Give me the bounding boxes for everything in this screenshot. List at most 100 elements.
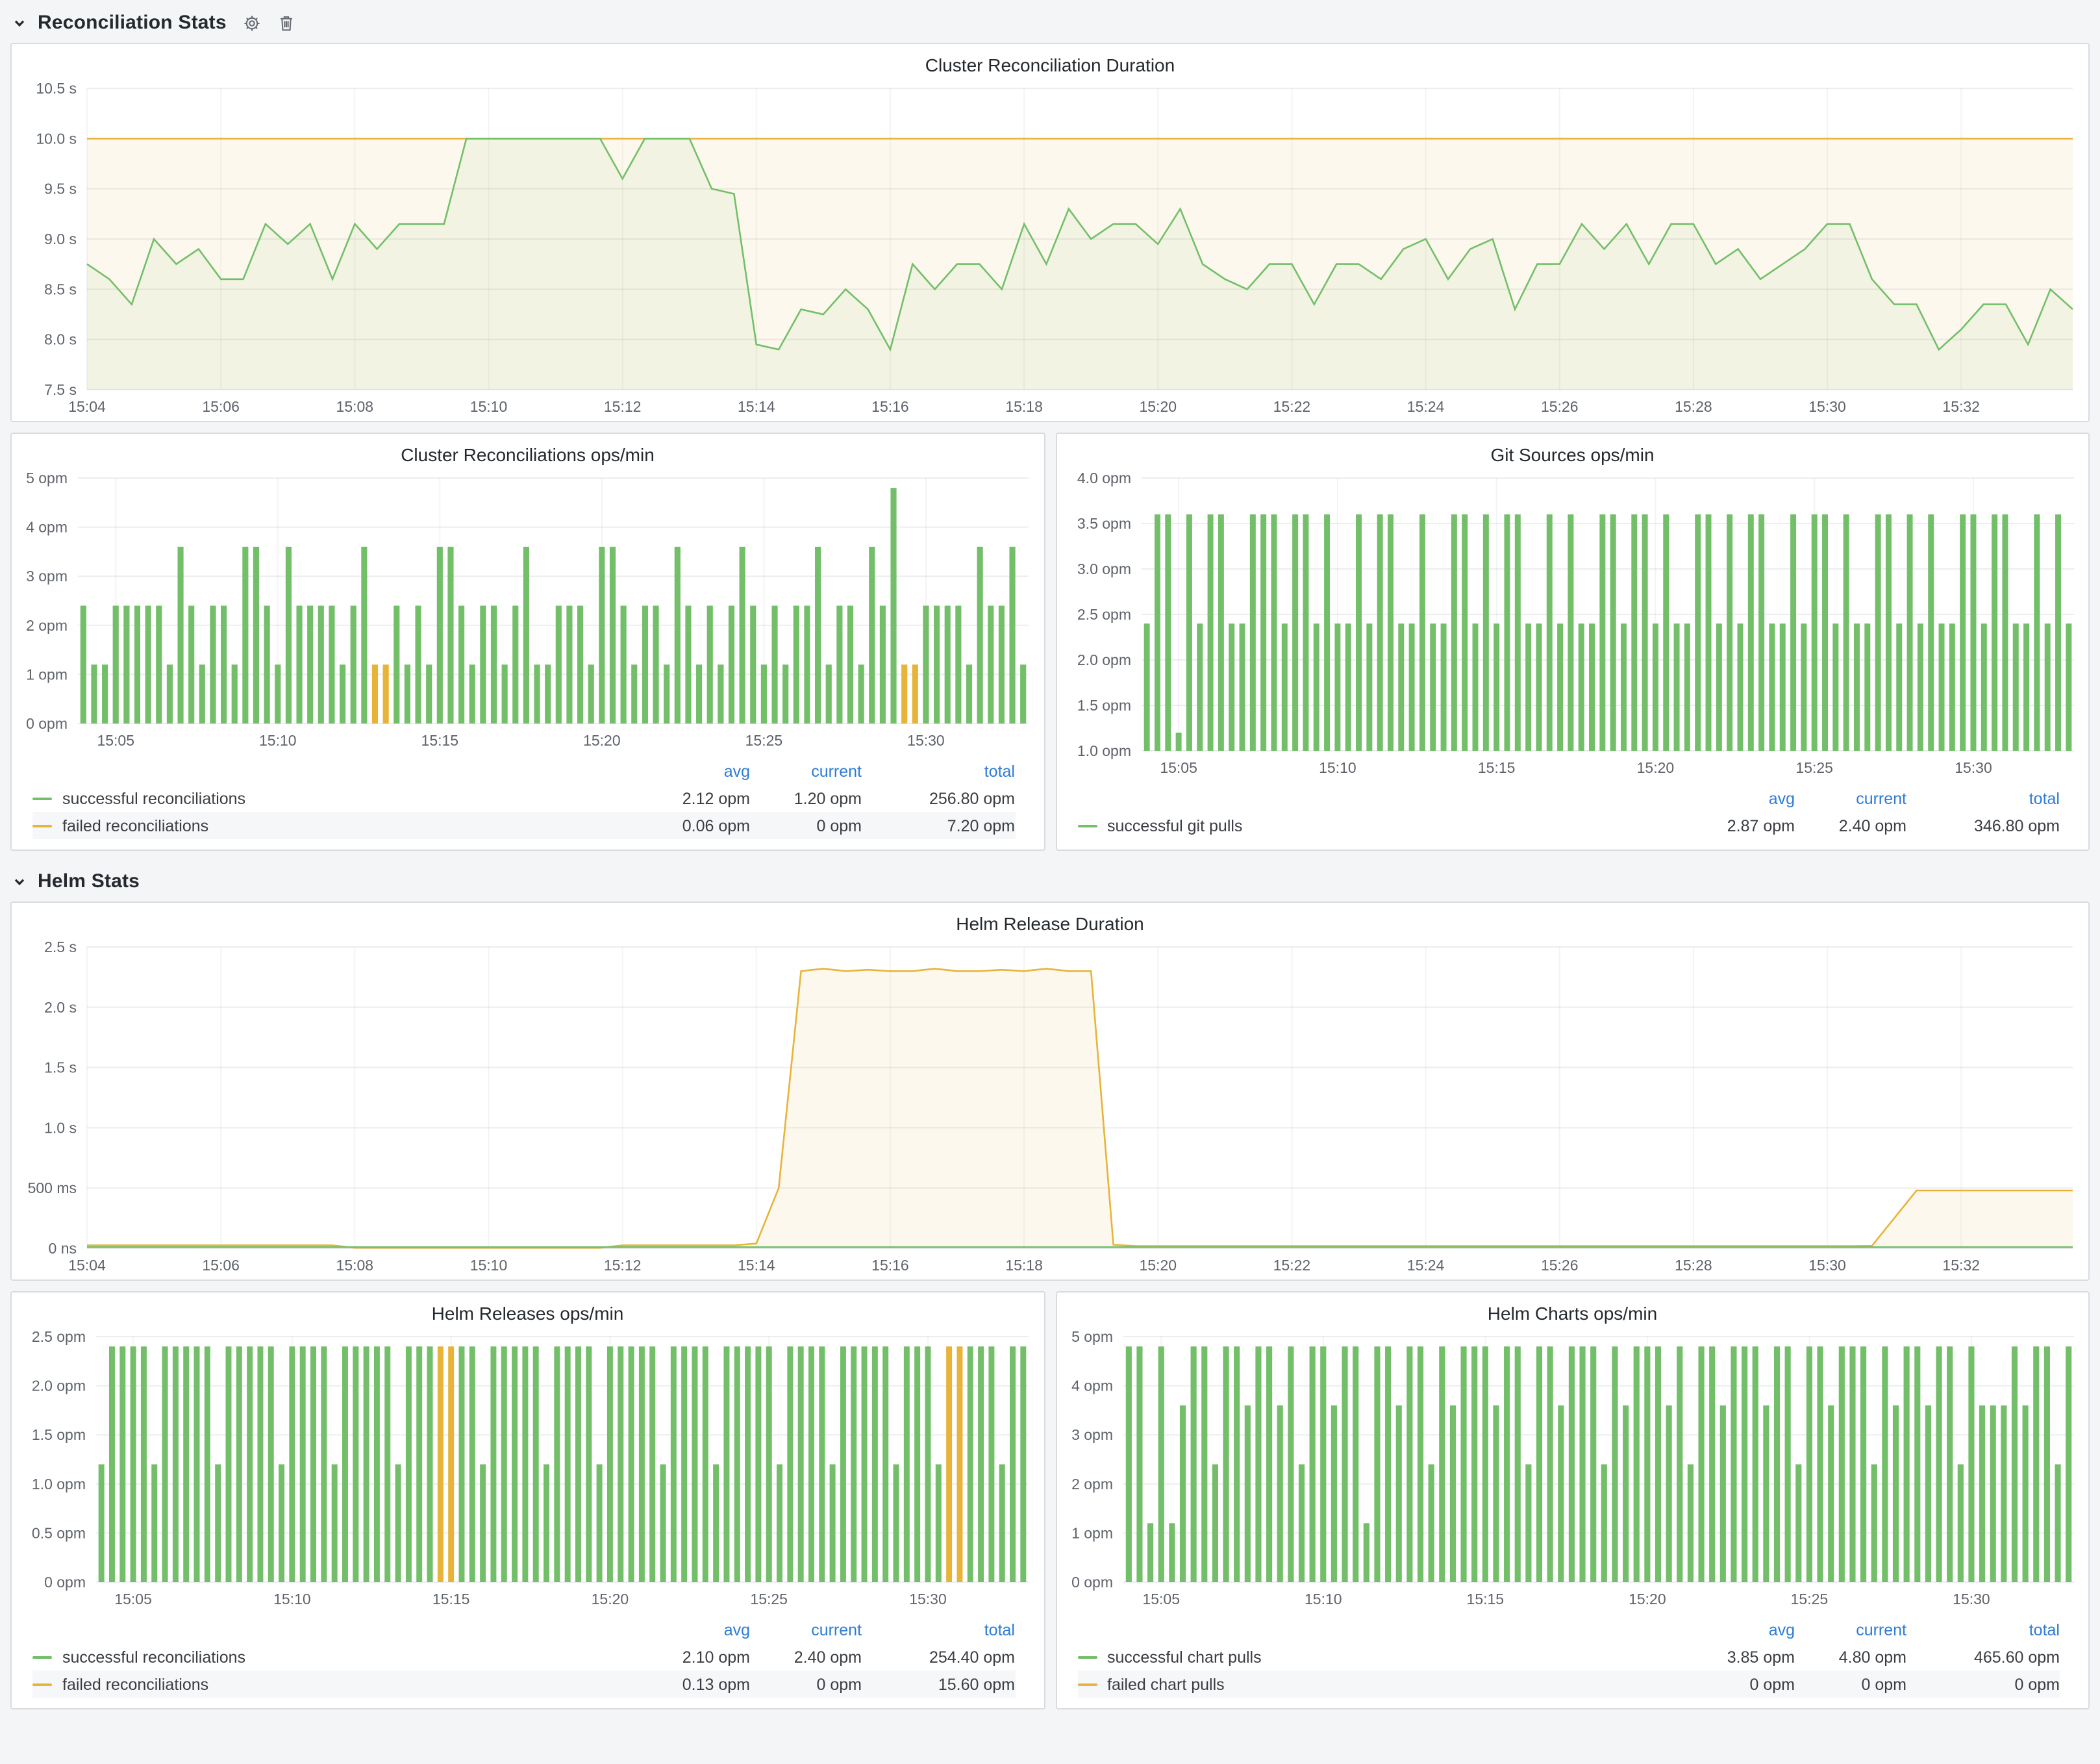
- svg-text:4 opm: 4 opm: [1071, 1378, 1112, 1394]
- svg-text:15:10: 15:10: [470, 1257, 508, 1274]
- svg-text:15:16: 15:16: [871, 1257, 909, 1274]
- gear-icon[interactable]: [244, 14, 262, 32]
- section-title[interactable]: Reconciliation Stats: [38, 12, 227, 34]
- legend-row-successful-chart-pulls: successful chart pulls 3.85 opm 4.80 opm…: [1077, 1643, 2060, 1670]
- cluster-reconciliation-duration-chart[interactable]: 7.5 s8.0 s8.5 s9.0 s9.5 s10.0 s10.5 s15:…: [12, 78, 2088, 421]
- series-total: 7.20 opm: [862, 816, 1015, 835]
- legend-col-current[interactable]: current: [750, 1620, 862, 1639]
- helm-release-duration-chart[interactable]: 0 ns500 ms1.0 s1.5 s2.0 s2.5 s15:0415:06…: [12, 937, 2088, 1279]
- svg-text:1.5 opm: 1.5 opm: [32, 1426, 86, 1443]
- section-header-reconciliation-stats[interactable]: Reconciliation Stats: [10, 0, 2090, 43]
- series-current: 0 opm: [750, 1675, 862, 1693]
- chart-canvas[interactable]: 0 opm0.5 opm1.0 opm1.5 opm2.0 opm2.5 opm…: [12, 1326, 1044, 1613]
- svg-text:9.0 s: 9.0 s: [44, 231, 77, 247]
- svg-text:15:15: 15:15: [1477, 759, 1515, 776]
- panel-title[interactable]: Helm Release Duration: [12, 903, 2088, 937]
- series-toggle[interactable]: failed chart pulls: [1077, 1675, 1683, 1693]
- series-label: failed reconciliations: [62, 1675, 208, 1693]
- svg-text:15:08: 15:08: [336, 1257, 374, 1274]
- legend-col-total[interactable]: total: [1906, 1620, 2060, 1639]
- svg-text:15:30: 15:30: [1808, 398, 1846, 415]
- section-title[interactable]: Helm Stats: [38, 870, 140, 892]
- panel-title[interactable]: Helm Releases ops/min: [12, 1292, 1044, 1326]
- chart-canvas[interactable]: 7.5 s8.0 s8.5 s9.0 s9.5 s10.0 s10.5 s15:…: [12, 78, 2088, 421]
- legend-row-failed-reconciliations: failed reconciliations 0.06 opm 0 opm 7.…: [32, 812, 1015, 839]
- series-label: failed chart pulls: [1107, 1675, 1225, 1693]
- svg-text:10.5 s: 10.5 s: [36, 80, 77, 97]
- row-helm-ops: Helm Releases ops/min 0 opm0.5 opm1.0 op…: [10, 1291, 2090, 1709]
- series-toggle[interactable]: successful reconciliations: [32, 1648, 638, 1666]
- svg-text:15:05: 15:05: [1142, 1591, 1179, 1607]
- legend-col-avg[interactable]: avg: [1683, 789, 1795, 807]
- svg-text:15:14: 15:14: [738, 398, 775, 415]
- series-toggle[interactable]: successful git pulls: [1077, 816, 1683, 835]
- series-toggle[interactable]: successful reconciliations: [32, 789, 638, 807]
- svg-text:15:22: 15:22: [1273, 398, 1311, 415]
- legend-col-current[interactable]: current: [1795, 789, 1906, 807]
- trash-icon[interactable]: [279, 14, 295, 32]
- chart-canvas[interactable]: 0 opm1 opm2 opm3 opm4 opm5 opm15:0515:10…: [1056, 1326, 2089, 1613]
- series-total: 0 opm: [1906, 1675, 2060, 1693]
- svg-text:500 ms: 500 ms: [28, 1179, 77, 1196]
- section-header-helm-stats[interactable]: Helm Stats: [10, 851, 2090, 901]
- svg-text:15:30: 15:30: [1952, 1591, 1990, 1607]
- svg-text:15:12: 15:12: [604, 398, 642, 415]
- svg-text:15:20: 15:20: [1139, 1257, 1177, 1274]
- panel-title[interactable]: Helm Charts ops/min: [1056, 1292, 2088, 1326]
- chart-canvas[interactable]: 1.0 opm1.5 opm2.0 opm2.5 opm3.0 opm3.5 o…: [1056, 468, 2089, 782]
- legend-col-total[interactable]: total: [862, 1620, 1015, 1639]
- panel-title[interactable]: Git Sources ops/min: [1056, 434, 2088, 468]
- legend-header: avg current total: [32, 757, 1015, 785]
- series-current: 0 opm: [1795, 1675, 1906, 1693]
- legend-col-total[interactable]: total: [1906, 789, 2060, 807]
- svg-text:15:22: 15:22: [1273, 1257, 1311, 1274]
- svg-text:15:15: 15:15: [432, 1591, 470, 1607]
- chevron-down-icon[interactable]: [13, 16, 26, 29]
- series-swatch: [32, 824, 52, 827]
- legend: avg current total successful chart pulls…: [1056, 1613, 2088, 1708]
- svg-text:4 opm: 4 opm: [26, 519, 68, 536]
- svg-text:15:20: 15:20: [1636, 759, 1674, 776]
- chart-canvas[interactable]: 0 opm1 opm2 opm3 opm4 opm5 opm15:0515:10…: [12, 468, 1044, 755]
- legend-col-current[interactable]: current: [1795, 1620, 1906, 1639]
- git-sources-opm-chart[interactable]: 1.0 opm1.5 opm2.0 opm2.5 opm3.0 opm3.5 o…: [1056, 468, 2088, 782]
- series-avg: 0 opm: [1683, 1675, 1795, 1693]
- svg-text:1.5 s: 1.5 s: [44, 1059, 77, 1076]
- svg-text:3 opm: 3 opm: [1071, 1426, 1112, 1443]
- svg-text:5 opm: 5 opm: [26, 470, 68, 486]
- chevron-down-icon[interactable]: [13, 875, 26, 888]
- svg-text:1.0 opm: 1.0 opm: [1077, 742, 1131, 759]
- series-label: successful reconciliations: [62, 789, 245, 807]
- svg-text:2.5 opm: 2.5 opm: [32, 1328, 86, 1345]
- series-total: 254.40 opm: [862, 1648, 1015, 1666]
- svg-text:15:25: 15:25: [745, 732, 783, 749]
- panel-title[interactable]: Cluster Reconciliation Duration: [12, 44, 2088, 78]
- svg-text:15:28: 15:28: [1675, 1257, 1712, 1274]
- svg-text:0 opm: 0 opm: [1071, 1574, 1112, 1591]
- series-toggle[interactable]: successful chart pulls: [1077, 1648, 1683, 1666]
- series-toggle[interactable]: failed reconciliations: [32, 816, 638, 835]
- svg-text:1.5 opm: 1.5 opm: [1077, 697, 1131, 714]
- svg-text:15:20: 15:20: [1139, 398, 1177, 415]
- legend-col-total[interactable]: total: [862, 762, 1015, 780]
- svg-text:15:25: 15:25: [1790, 1591, 1828, 1607]
- legend-col-avg[interactable]: avg: [638, 762, 750, 780]
- svg-text:2.0 opm: 2.0 opm: [32, 1378, 86, 1394]
- svg-text:15:14: 15:14: [738, 1257, 775, 1274]
- series-label: successful git pulls: [1107, 816, 1242, 835]
- legend-col-avg[interactable]: avg: [638, 1620, 750, 1639]
- legend-col-current[interactable]: current: [750, 762, 862, 780]
- svg-text:15:10: 15:10: [470, 398, 508, 415]
- chart-canvas[interactable]: 0 ns500 ms1.0 s1.5 s2.0 s2.5 s15:0415:06…: [12, 937, 2088, 1279]
- cluster-reconciliations-opm-chart[interactable]: 0 opm1 opm2 opm3 opm4 opm5 opm15:0515:10…: [12, 468, 1044, 755]
- svg-text:15:04: 15:04: [68, 398, 106, 415]
- svg-text:8.0 s: 8.0 s: [44, 331, 77, 348]
- legend-header: avg current total: [32, 1616, 1015, 1643]
- series-toggle[interactable]: failed reconciliations: [32, 1675, 638, 1693]
- helm-releases-opm-chart[interactable]: 0 opm0.5 opm1.0 opm1.5 opm2.0 opm2.5 opm…: [12, 1326, 1044, 1613]
- helm-charts-opm-chart[interactable]: 0 opm1 opm2 opm3 opm4 opm5 opm15:0515:10…: [1056, 1326, 2088, 1613]
- panel-title[interactable]: Cluster Reconciliations ops/min: [12, 434, 1044, 468]
- svg-text:15:24: 15:24: [1407, 398, 1445, 415]
- legend-col-avg[interactable]: avg: [1683, 1620, 1795, 1639]
- svg-text:2.5 s: 2.5 s: [44, 939, 77, 955]
